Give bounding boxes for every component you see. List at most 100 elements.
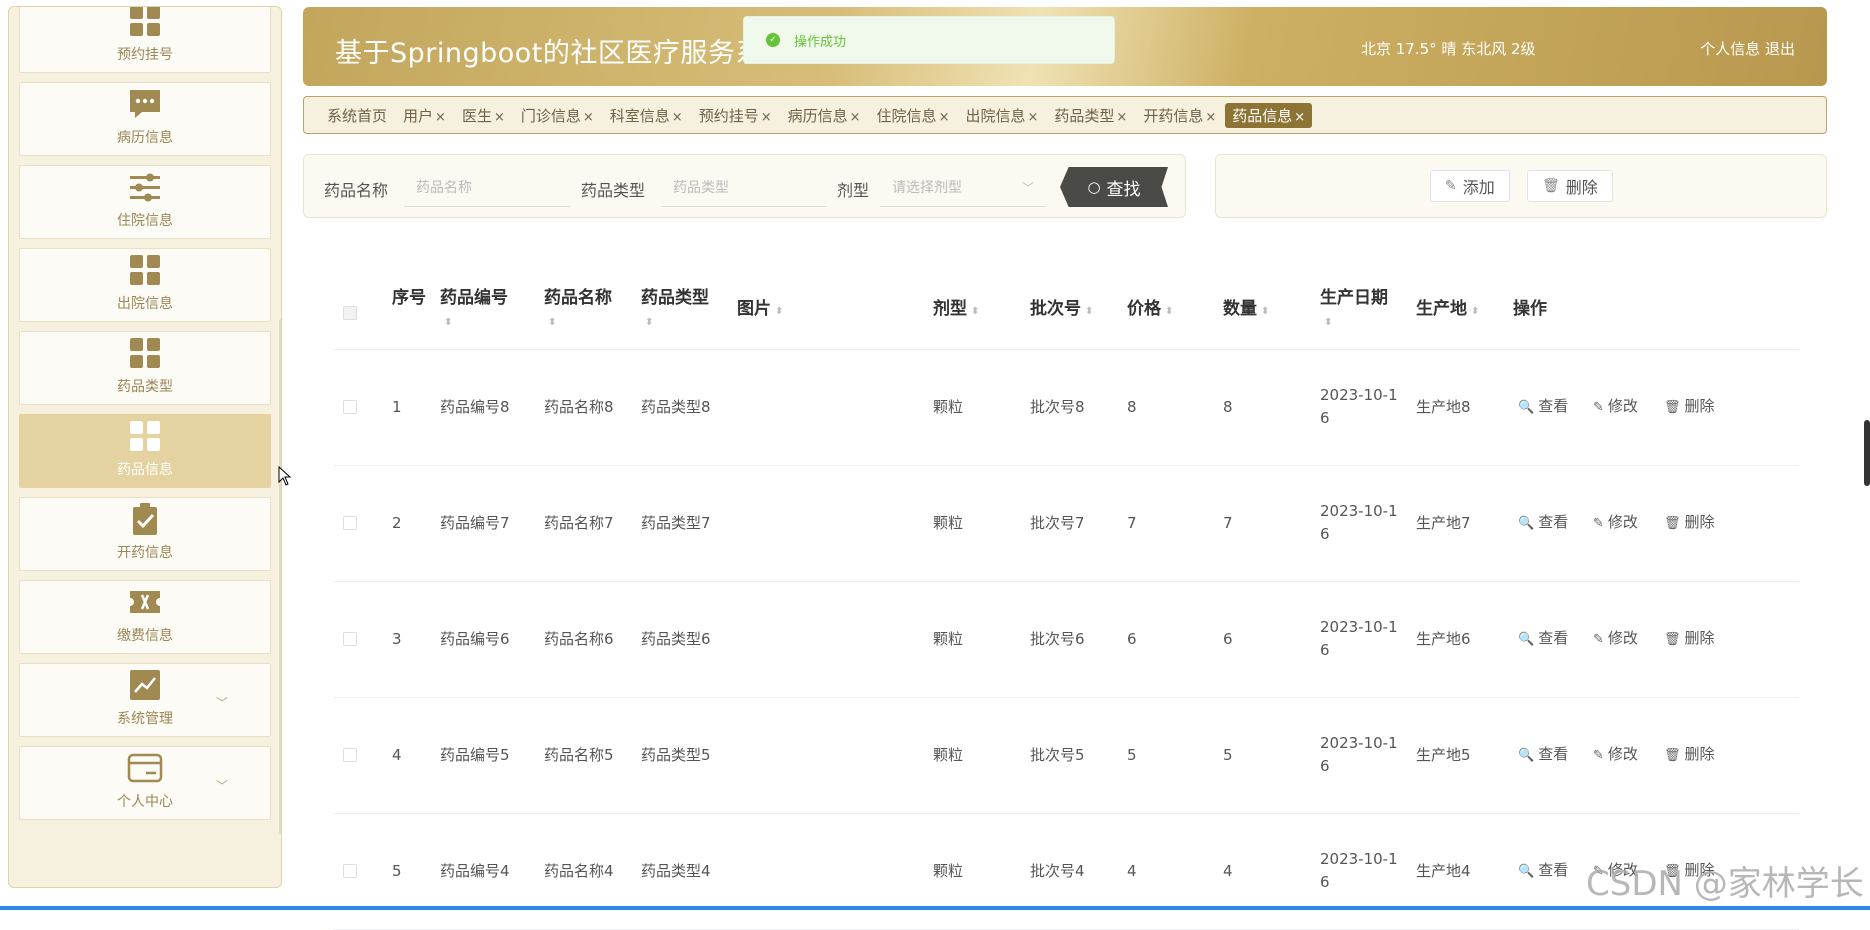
close-icon[interactable]: × — [761, 110, 772, 125]
sort-caret-icon[interactable]: ⬍ — [548, 317, 556, 328]
cell-price: 4 — [1127, 862, 1137, 880]
chat-icon — [126, 85, 164, 123]
sort-caret-icon[interactable]: ⬍ — [775, 306, 783, 317]
sort-caret-icon[interactable]: ⬍ — [1471, 306, 1479, 317]
sort-caret-icon[interactable]: ⬍ — [444, 317, 452, 328]
page-scrollbar[interactable] — [1864, 420, 1870, 486]
close-icon[interactable]: × — [494, 110, 505, 125]
row-checkbox[interactable] — [343, 516, 357, 530]
close-icon[interactable]: × — [939, 110, 950, 125]
row-checkbox[interactable] — [343, 400, 357, 414]
chart-icon — [126, 666, 164, 704]
close-icon[interactable]: × — [1205, 110, 1216, 125]
sidebar-item[interactable]: 药品信息 — [19, 414, 271, 488]
sort-caret-icon[interactable]: ⬍ — [1165, 306, 1173, 317]
edit-button[interactable]: ✎ 修改 — [1593, 627, 1638, 648]
logout-link[interactable]: 退出 — [1765, 40, 1795, 58]
dosage-form-label: 剂型 — [837, 181, 870, 200]
tab-label: 开药信息 — [1143, 106, 1204, 125]
column-header[interactable]: 生产日期 ⬍ — [1320, 287, 1400, 334]
tab[interactable]: 门诊信息 × — [514, 103, 601, 128]
column-header[interactable]: 批次号 ⬍ — [1030, 298, 1110, 323]
tab[interactable]: 药品类型 × — [1047, 103, 1134, 128]
view-button[interactable]: 🔍 查看 — [1518, 511, 1568, 532]
view-button[interactable]: 🔍 查看 — [1518, 395, 1568, 416]
column-header[interactable]: 药品类型 ⬍ — [641, 287, 731, 334]
close-icon[interactable]: × — [1294, 110, 1305, 125]
column-header[interactable]: 图片 ⬍ — [737, 298, 857, 323]
delete-button[interactable]: 🗑 删除 — [1664, 743, 1715, 764]
sidebar-item-label: 住院信息 — [117, 213, 173, 229]
find-button[interactable]: ○ 查找 — [1060, 167, 1168, 207]
tab[interactable]: 医生 × — [455, 103, 512, 128]
tab[interactable]: 用户 × — [396, 103, 453, 128]
tab[interactable]: 住院信息 × — [870, 103, 957, 128]
sidebar-item[interactable]: 预约挂号 — [19, 7, 271, 73]
sidebar-item[interactable]: 个人中心 ﹀ — [19, 746, 271, 820]
edit-button[interactable]: ✎ 修改 — [1593, 395, 1638, 416]
view-button-label: 查看 — [1538, 861, 1569, 879]
column-header[interactable]: 价格 ⬍ — [1127, 298, 1207, 323]
sidebar-item[interactable]: 病历信息 — [19, 82, 271, 156]
tab[interactable]: 病历信息 × — [781, 103, 868, 128]
cell-qty: 6 — [1223, 630, 1233, 648]
sidebar-item[interactable]: 开药信息 — [19, 497, 271, 571]
tab[interactable]: 出院信息 × — [958, 103, 1045, 128]
close-icon[interactable]: × — [672, 110, 683, 125]
close-icon[interactable]: × — [435, 110, 446, 125]
add-button[interactable]: ✎ 添加 — [1430, 170, 1510, 202]
column-header[interactable]: 药品名称 ⬍ — [544, 287, 634, 334]
row-checkbox[interactable] — [343, 632, 357, 646]
delete-button[interactable]: 🗑 删除 — [1664, 395, 1715, 416]
row-checkbox[interactable] — [343, 864, 357, 878]
edit-button[interactable]: ✎ 修改 — [1593, 511, 1638, 532]
sidebar-item[interactable]: 出院信息 — [19, 248, 271, 322]
sidebar-item[interactable]: 住院信息 — [19, 165, 271, 239]
close-icon[interactable]: × — [1116, 110, 1127, 125]
delete-button[interactable]: 🗑 删除 — [1664, 627, 1715, 648]
tab-label: 门诊信息 — [520, 106, 581, 125]
cell-form: 颗粒 — [933, 514, 964, 532]
view-button[interactable]: 🔍 查看 — [1518, 743, 1568, 764]
tab[interactable]: 预约挂号 × — [692, 103, 779, 128]
sidebar-item[interactable]: 缴费信息 — [19, 580, 271, 654]
column-header[interactable]: 数量 ⬍ — [1223, 298, 1303, 323]
batch-delete-button[interactable]: 🗑 删除 — [1527, 170, 1613, 202]
search-icon: 🔍 — [1518, 748, 1535, 763]
sidebar-item-label: 缴费信息 — [117, 628, 173, 644]
sidebar-item[interactable]: 药品类型 — [19, 331, 271, 405]
user-links: 个人信息 退出 — [1700, 38, 1795, 59]
tab[interactable]: 药品信息 × — [1225, 102, 1313, 128]
ticket-icon — [126, 583, 164, 621]
select-all-checkbox[interactable] — [343, 306, 357, 320]
tab-label: 预约挂号 — [698, 106, 759, 125]
cell-batch: 批次号6 — [1030, 630, 1085, 648]
tab[interactable]: 开药信息 × — [1136, 103, 1223, 128]
column-header[interactable]: 生产地 ⬍ — [1416, 298, 1506, 323]
profile-link[interactable]: 个人信息 — [1700, 40, 1760, 58]
close-icon[interactable]: × — [1027, 110, 1038, 125]
edit-button[interactable]: ✎ 修改 — [1593, 743, 1638, 764]
tab[interactable]: 系统首页 — [320, 103, 394, 128]
tab[interactable]: 科室信息 × — [603, 103, 690, 128]
sort-caret-icon[interactable]: ⬍ — [971, 306, 979, 317]
view-button-label: 查看 — [1538, 629, 1569, 647]
view-button-label: 查看 — [1538, 513, 1569, 531]
close-icon[interactable]: × — [583, 110, 594, 125]
search-panel: 药品名称 药品类型 剂型 ﹀ ○ 查找 — [303, 154, 1186, 218]
view-button[interactable]: 🔍 查看 — [1518, 859, 1568, 880]
column-header[interactable]: 剂型 ⬍ — [933, 298, 1013, 323]
close-icon[interactable]: × — [850, 110, 861, 125]
delete-button[interactable]: 🗑 删除 — [1664, 511, 1715, 532]
sort-caret-icon[interactable]: ⬍ — [1324, 317, 1332, 328]
drug-type-input[interactable] — [661, 169, 827, 207]
sort-caret-icon[interactable]: ⬍ — [1261, 306, 1269, 317]
sort-caret-icon[interactable]: ⬍ — [645, 317, 653, 328]
sidebar-scrollbar[interactable] — [279, 319, 281, 834]
view-button[interactable]: 🔍 查看 — [1518, 627, 1568, 648]
column-header[interactable]: 药品编号 ⬍ — [440, 287, 530, 334]
drug-name-input[interactable] — [404, 169, 570, 207]
sidebar-item[interactable]: 系统管理 ﹀ — [19, 663, 271, 737]
sort-caret-icon[interactable]: ⬍ — [1085, 306, 1093, 317]
row-checkbox[interactable] — [343, 748, 357, 762]
